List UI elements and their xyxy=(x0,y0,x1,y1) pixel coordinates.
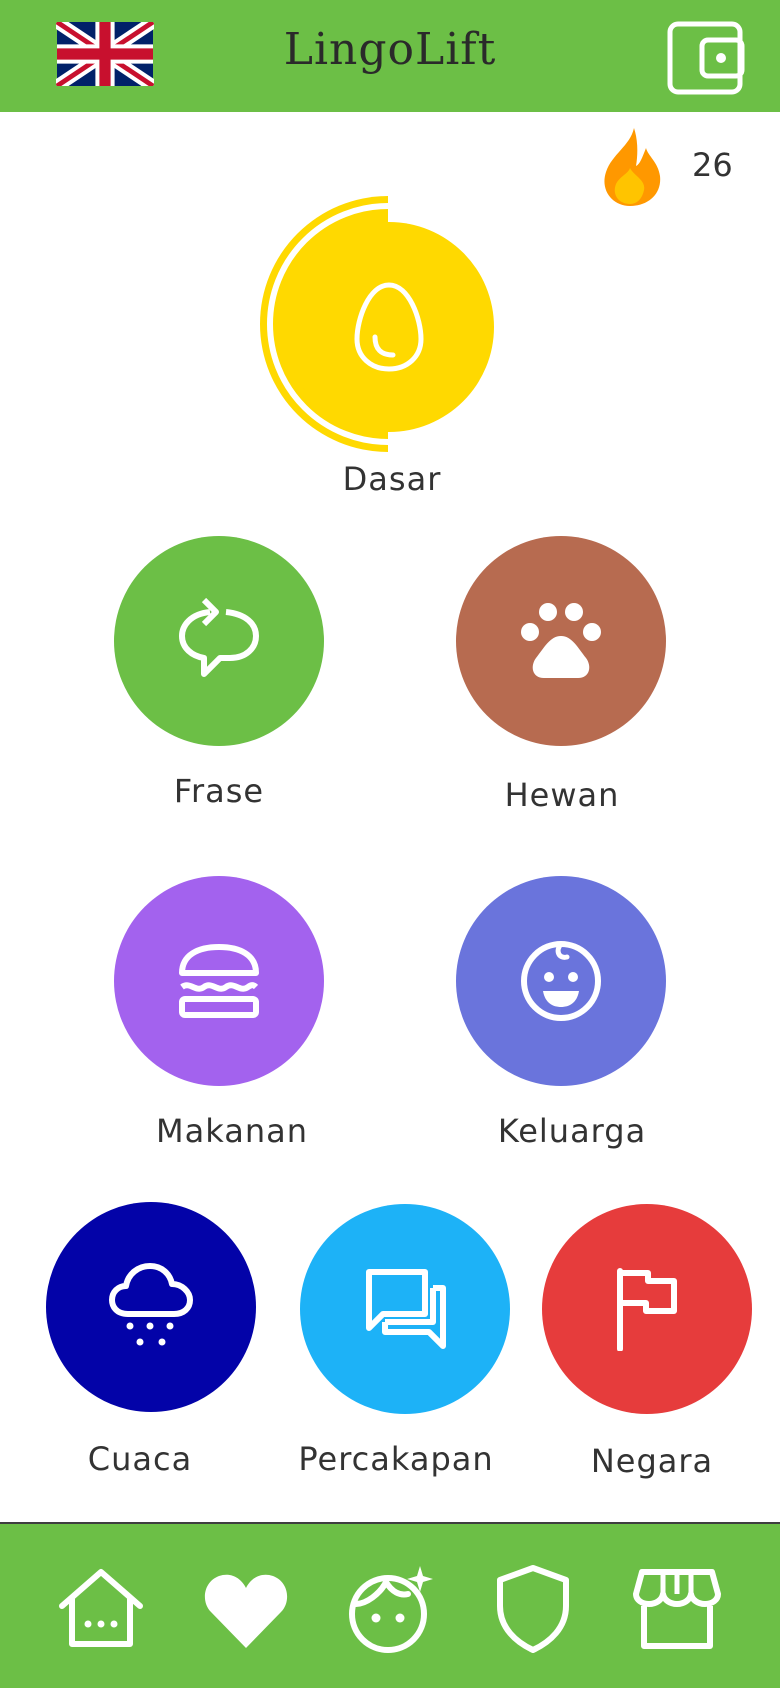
lesson-negara-circle[interactable] xyxy=(542,1204,752,1414)
profile-face-icon[interactable] xyxy=(346,1564,436,1654)
flame-icon xyxy=(604,128,661,206)
lesson-label: Hewan xyxy=(504,776,620,814)
lesson-label: Dasar xyxy=(342,460,442,498)
snow-cloud-icon xyxy=(109,1263,193,1346)
heart-icon[interactable] xyxy=(201,1564,291,1654)
top-bar: LingoLift xyxy=(0,0,780,112)
streak-count: 26 xyxy=(692,146,733,184)
lesson-makanan-circle[interactable] xyxy=(114,876,324,1086)
lesson-cuaca-circle[interactable] xyxy=(46,1202,256,1412)
streak-counter[interactable]: 26 xyxy=(590,124,740,210)
lesson-label: Makanan xyxy=(156,1112,308,1150)
chat-bubbles-icon xyxy=(366,1269,446,1349)
lesson-label: Percakapan xyxy=(298,1440,494,1478)
lesson-label: Negara xyxy=(590,1442,714,1480)
lesson-percakapan-circle[interactable] xyxy=(300,1204,510,1414)
shield-icon[interactable] xyxy=(488,1564,578,1654)
egg-icon xyxy=(354,282,424,372)
app-title: LingoLift xyxy=(283,24,497,75)
lesson-hewan-circle[interactable] xyxy=(456,536,666,746)
lesson-frase-circle[interactable] xyxy=(114,536,324,746)
lesson-dasar-circle[interactable] xyxy=(284,222,494,432)
lesson-label: Frase xyxy=(173,772,265,810)
store-icon[interactable] xyxy=(632,1564,722,1654)
lesson-label: Cuaca xyxy=(87,1440,193,1478)
repeat-chat-icon xyxy=(179,598,259,677)
lesson-label: Keluarga xyxy=(497,1112,647,1150)
bottom-nav xyxy=(0,1522,780,1688)
wallet-icon[interactable] xyxy=(666,20,746,96)
burger-icon xyxy=(179,944,259,1018)
lesson-keluarga-circle[interactable] xyxy=(456,876,666,1086)
paw-icon xyxy=(521,603,601,678)
flag-icon xyxy=(617,1268,677,1351)
baby-face-icon xyxy=(521,941,601,1021)
home-icon[interactable] xyxy=(56,1564,146,1654)
